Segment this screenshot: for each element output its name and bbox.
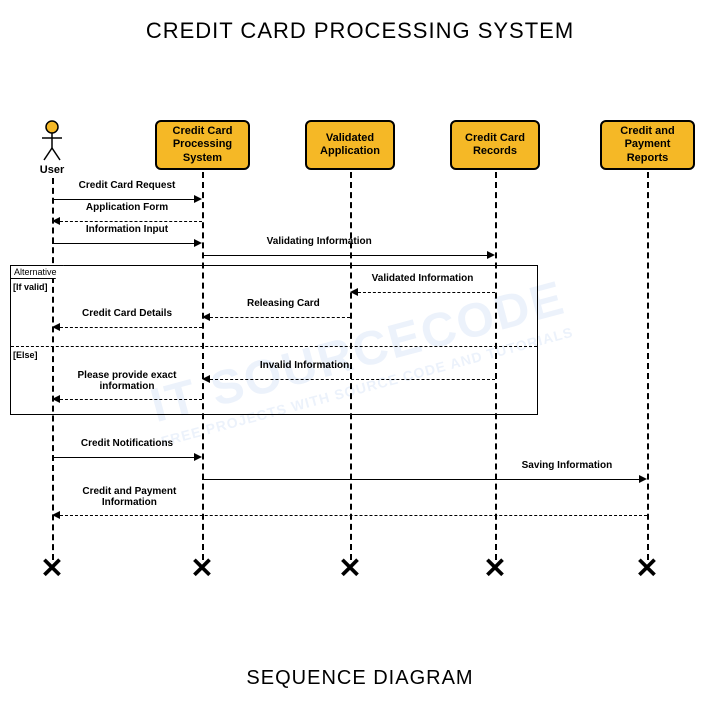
msg-label: Releasing Card — [247, 298, 320, 309]
lifeline-records-label: Credit Card Records — [456, 132, 534, 158]
lifeline-reports: Credit and Payment Reports — [600, 120, 695, 170]
alt-divider — [11, 346, 537, 347]
msg-credit-card-details: Credit Card Details — [52, 320, 202, 334]
msg-label: Validated Information — [372, 273, 474, 284]
page-title: CREDIT CARD PROCESSING SYSTEM — [0, 0, 720, 54]
msg-label: Credit Card Request — [79, 180, 176, 191]
alt-guard-if: [If valid] — [13, 282, 48, 292]
destroy-system: ✕ — [190, 552, 213, 585]
msg-label: Information Input — [86, 224, 168, 235]
msg-label: Saving Information — [522, 460, 613, 471]
msg-credit-payment-info: Credit and Payment Information — [52, 508, 647, 522]
msg-information-input: Information Input — [52, 236, 202, 250]
msg-label: Credit Card Details — [82, 308, 172, 319]
msg-label: Credit Notifications — [81, 438, 173, 449]
msg-credit-notifications: Credit Notifications — [52, 450, 202, 464]
lifeline-line-reports — [647, 172, 649, 560]
msg-label: Please provide exact information — [67, 370, 187, 392]
lifeline-validated-label: Validated Application — [311, 132, 389, 158]
actor-user-label: User — [38, 164, 66, 176]
alt-label: Alternative — [10, 265, 64, 279]
page-subtitle: SEQUENCE DIAGRAM — [0, 667, 720, 690]
lifeline-records: Credit Card Records — [450, 120, 540, 170]
msg-label: Application Form — [86, 202, 168, 213]
destroy-user: ✕ — [40, 552, 63, 585]
msg-releasing-card: Releasing Card — [202, 310, 350, 324]
lifeline-validated: Validated Application — [305, 120, 395, 170]
destroy-records: ✕ — [483, 552, 506, 585]
alt-guard-else: [Else] — [13, 350, 38, 360]
lifeline-reports-label: Credit and Payment Reports — [606, 125, 689, 165]
stick-figure-icon — [38, 120, 66, 162]
msg-label: Validating Information — [267, 236, 372, 247]
destroy-validated: ✕ — [338, 552, 361, 585]
actor-user — [38, 120, 66, 162]
msg-validated-information: Validated Information — [350, 285, 495, 299]
msg-label: Invalid Information — [260, 360, 349, 371]
msg-provide-exact-info: Please provide exact information — [52, 392, 202, 406]
msg-validating-information: Validating Information — [202, 248, 495, 262]
sequence-diagram: User Credit Card Processing System Valid… — [20, 120, 700, 600]
destroy-reports: ✕ — [635, 552, 658, 585]
lifeline-system: Credit Card Processing System — [155, 120, 250, 170]
msg-label: Credit and Payment Information — [69, 486, 189, 508]
lifeline-system-label: Credit Card Processing System — [161, 125, 244, 165]
msg-saving-information: Saving Information — [202, 472, 647, 486]
msg-invalid-information: Invalid Information — [202, 372, 495, 386]
